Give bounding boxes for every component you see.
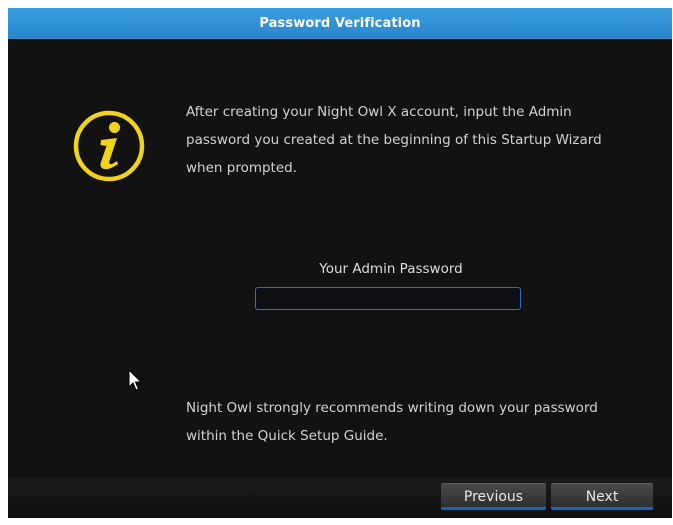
dialog-titlebar: Password Verification <box>8 8 672 39</box>
previous-button[interactable]: Previous <box>441 483 546 510</box>
next-button[interactable]: Next <box>551 483 653 510</box>
info-message: After creating your Night Owl X account,… <box>186 104 602 176</box>
dialog-title: Password Verification <box>259 16 421 31</box>
info-icon <box>73 110 145 182</box>
password-verification-dialog: Password Verification After creating you… <box>8 8 672 518</box>
admin-password-input[interactable] <box>255 287 521 310</box>
recommendation-note: Night Owl strongly recommends writing do… <box>186 400 598 444</box>
admin-password-label: Your Admin Password <box>319 261 463 277</box>
mouse-cursor-icon <box>128 369 143 391</box>
